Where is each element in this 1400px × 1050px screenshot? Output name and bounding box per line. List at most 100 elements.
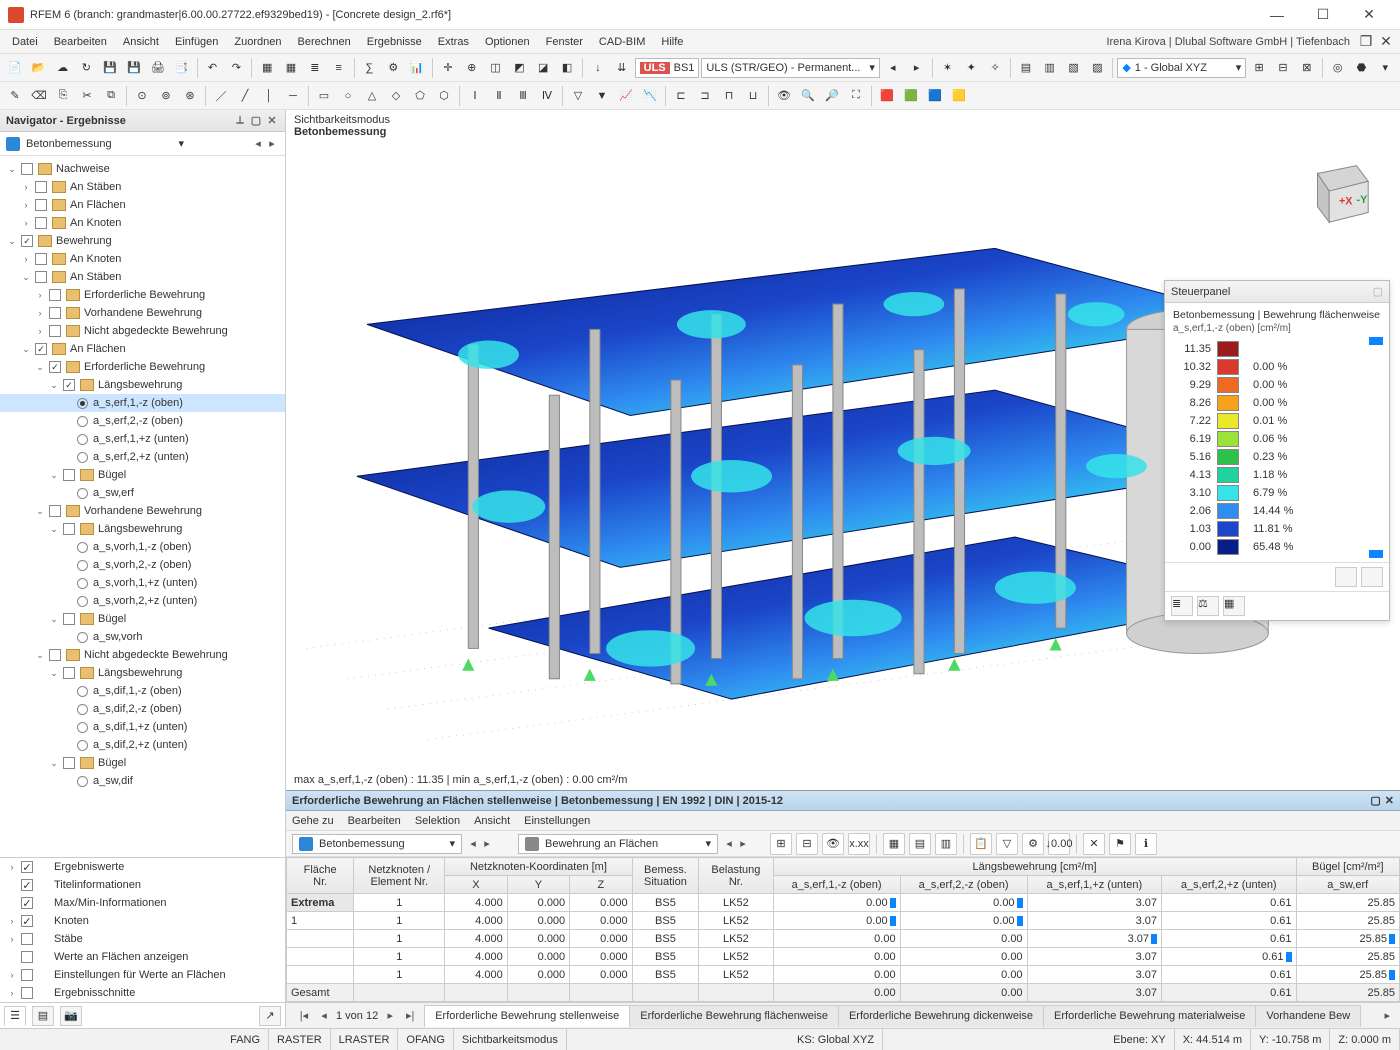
results-tab[interactable]: Erforderliche Bewehrung stellenweise	[424, 1005, 630, 1027]
disp-icon[interactable]: ▤	[1015, 57, 1037, 79]
table-row[interactable]: 114.0000.0000.000BS5LK520.000.003.070.61…	[287, 912, 1400, 930]
disp4-icon[interactable]: ▨	[1087, 57, 1109, 79]
rm-bearbeiten[interactable]: Bearbeiten	[348, 815, 401, 827]
rtool-11-icon[interactable]: ↓0.00	[1048, 833, 1070, 855]
mem1-icon[interactable]: Ⅰ	[464, 85, 486, 107]
line1-icon[interactable]: ／	[210, 85, 232, 107]
nav-tab-4[interactable]: ↗	[259, 1006, 281, 1026]
tree-item[interactable]: a_s,dif,2,+z (unten)	[0, 736, 285, 754]
sec4-icon[interactable]: ⊔	[742, 85, 764, 107]
axis-icon[interactable]: ✛	[437, 57, 459, 79]
navigator-selector[interactable]: Betonbemessung ▾ ◂▸	[0, 132, 285, 156]
mdi-close-button[interactable]: ✕	[1376, 32, 1396, 52]
tree-item[interactable]: ›An Stäben	[0, 178, 285, 196]
mem2-icon[interactable]: Ⅱ	[488, 85, 510, 107]
table-row[interactable]: Gesamt0.000.003.070.6125.85	[287, 984, 1400, 1002]
rs-prev-icon[interactable]: ◂	[466, 837, 480, 850]
rm-selektion[interactable]: Selektion	[415, 815, 460, 827]
results-dock-icon[interactable]: ▢	[1370, 794, 1380, 807]
col1-icon[interactable]: 🟥	[876, 85, 898, 107]
tree-item[interactable]: ›Erforderliche Bewehrung	[0, 286, 285, 304]
view3-icon[interactable]: ◪	[532, 57, 554, 79]
tree-item[interactable]: a_s,erf,1,-z (oben)	[0, 394, 285, 412]
rtool-6-icon[interactable]: ▤	[909, 833, 931, 855]
next-load-icon[interactable]: ▸	[906, 57, 928, 79]
graph2-icon[interactable]: 📉	[639, 85, 661, 107]
navigator-pin-icon[interactable]: ⟂	[233, 114, 247, 128]
tree-item[interactable]: ⌄Erforderliche Bewehrung	[0, 358, 285, 376]
tree-item[interactable]: a_s,dif,1,+z (unten)	[0, 718, 285, 736]
tree-item[interactable]: ⌄Bügel	[0, 466, 285, 484]
shape1-icon[interactable]: ▭	[313, 85, 335, 107]
rtool-12-icon[interactable]: ✕	[1083, 833, 1105, 855]
calc3-icon[interactable]: 📊	[406, 57, 428, 79]
load-combo-select[interactable]: ULS (STR/GEO) - Permanent...▾	[701, 58, 879, 78]
table-row[interactable]: 14.0000.0000.000BS5LK520.000.003.070.612…	[287, 966, 1400, 984]
open-icon[interactable]: 📂	[28, 57, 50, 79]
nav-next-icon[interactable]: ▸	[265, 137, 279, 150]
view1-icon[interactable]: ◫	[485, 57, 507, 79]
tree-item[interactable]: a_s,vorh,1,+z (unten)	[0, 574, 285, 592]
legend-slider-bottom[interactable]	[1369, 550, 1383, 558]
menu-datei[interactable]: Datei	[4, 30, 46, 54]
rtool-14-icon[interactable]: ℹ	[1135, 833, 1157, 855]
tool-a-icon[interactable]: ⊞	[1248, 57, 1270, 79]
open-cloud-icon[interactable]: ☁	[52, 57, 74, 79]
refresh-icon[interactable]: ↻	[75, 57, 97, 79]
graph-icon[interactable]: 📈	[615, 85, 637, 107]
nav-option[interactable]: ›Ergebnisschnitte	[0, 984, 285, 1002]
rt-next-icon[interactable]: ▸	[736, 837, 750, 850]
tree-item[interactable]: a_s,erf,2,+z (unten)	[0, 448, 285, 466]
shape5-icon[interactable]: ⬠	[409, 85, 431, 107]
tree-item[interactable]: ⌄Bügel	[0, 610, 285, 628]
tree-item[interactable]: ⌄Längsbewehrung	[0, 520, 285, 538]
panel-tab-2[interactable]: ⚖	[1197, 596, 1219, 616]
save-icon[interactable]: 💾	[99, 57, 121, 79]
tree-item[interactable]: a_sw,vorh	[0, 628, 285, 646]
snap3-icon[interactable]: ⊛	[179, 85, 201, 107]
sec2-icon[interactable]: ⊐	[694, 85, 716, 107]
nav-option[interactable]: Max/Min-Informationen	[0, 894, 285, 912]
res2-icon[interactable]: ✦	[960, 57, 982, 79]
snap2-icon[interactable]: ⊚	[155, 85, 177, 107]
load2-icon[interactable]: ⇊	[611, 57, 633, 79]
menu-zuordnen[interactable]: Zuordnen	[226, 30, 289, 54]
view-cube[interactable]: +X -Y	[1298, 154, 1376, 232]
nav-tab-3[interactable]: 📷	[60, 1006, 82, 1026]
rm-ansicht[interactable]: Ansicht	[474, 815, 510, 827]
layer-icon[interactable]: ≣	[304, 57, 326, 79]
layer2-icon[interactable]: ≡	[328, 57, 350, 79]
viewport-canvas[interactable]: +X -Y Steuerpanel▢ Betonbemessung | Bewe…	[286, 142, 1400, 770]
shape2-icon[interactable]: ○	[337, 85, 359, 107]
edit4-icon[interactable]: ✂	[76, 85, 98, 107]
edit5-icon[interactable]: ⧉	[100, 85, 122, 107]
grid-icon[interactable]: ▦	[256, 57, 278, 79]
line4-icon[interactable]: ─	[282, 85, 304, 107]
nav-option[interactable]: Werte an Flächen anzeigen	[0, 948, 285, 966]
results-sel-module[interactable]: Betonbemessung▾	[292, 834, 462, 854]
menu-einfuegen[interactable]: Einfügen	[167, 30, 226, 54]
menu-berechnen[interactable]: Berechnen	[290, 30, 359, 54]
mem4-icon[interactable]: Ⅳ	[536, 85, 558, 107]
tool-b-icon[interactable]: ⊟	[1272, 57, 1294, 79]
tree-nachweise[interactable]: ⌄Nachweise	[0, 160, 285, 178]
nav-tab-1[interactable]: ☰	[4, 1006, 26, 1026]
table-row[interactable]: Extrema14.0000.0000.000BS5LK520.000.003.…	[287, 894, 1400, 912]
status-lraster[interactable]: LRASTER	[331, 1029, 399, 1050]
vis1-icon[interactable]: 👁	[773, 85, 795, 107]
snap1-icon[interactable]: ⊙	[131, 85, 153, 107]
results-tab[interactable]: Erforderliche Bewehrung flächenweise	[629, 1005, 839, 1027]
tree-item[interactable]: ⌄Bügel	[0, 754, 285, 772]
results-tab[interactable]: Vorhandene Bew	[1255, 1005, 1361, 1027]
tree-bewehrung[interactable]: ⌄Bewehrung	[0, 232, 285, 250]
legend-slider-top[interactable]	[1369, 337, 1383, 345]
tree-item[interactable]: a_s,vorh,2,-z (oben)	[0, 556, 285, 574]
edit2-icon[interactable]: ⌫	[28, 85, 50, 107]
axes2-icon[interactable]: ⊕	[461, 57, 483, 79]
tree-item[interactable]: a_s,vorh,1,-z (oben)	[0, 538, 285, 556]
menu-optionen[interactable]: Optionen	[477, 30, 538, 54]
menu-fenster[interactable]: Fenster	[538, 30, 591, 54]
load-icon[interactable]: ↓	[587, 57, 609, 79]
tool-e-icon[interactable]: ⬣	[1351, 57, 1373, 79]
navigator-tree[interactable]: ⌄Nachweise›An Stäben›An Flächen›An Knote…	[0, 156, 285, 857]
